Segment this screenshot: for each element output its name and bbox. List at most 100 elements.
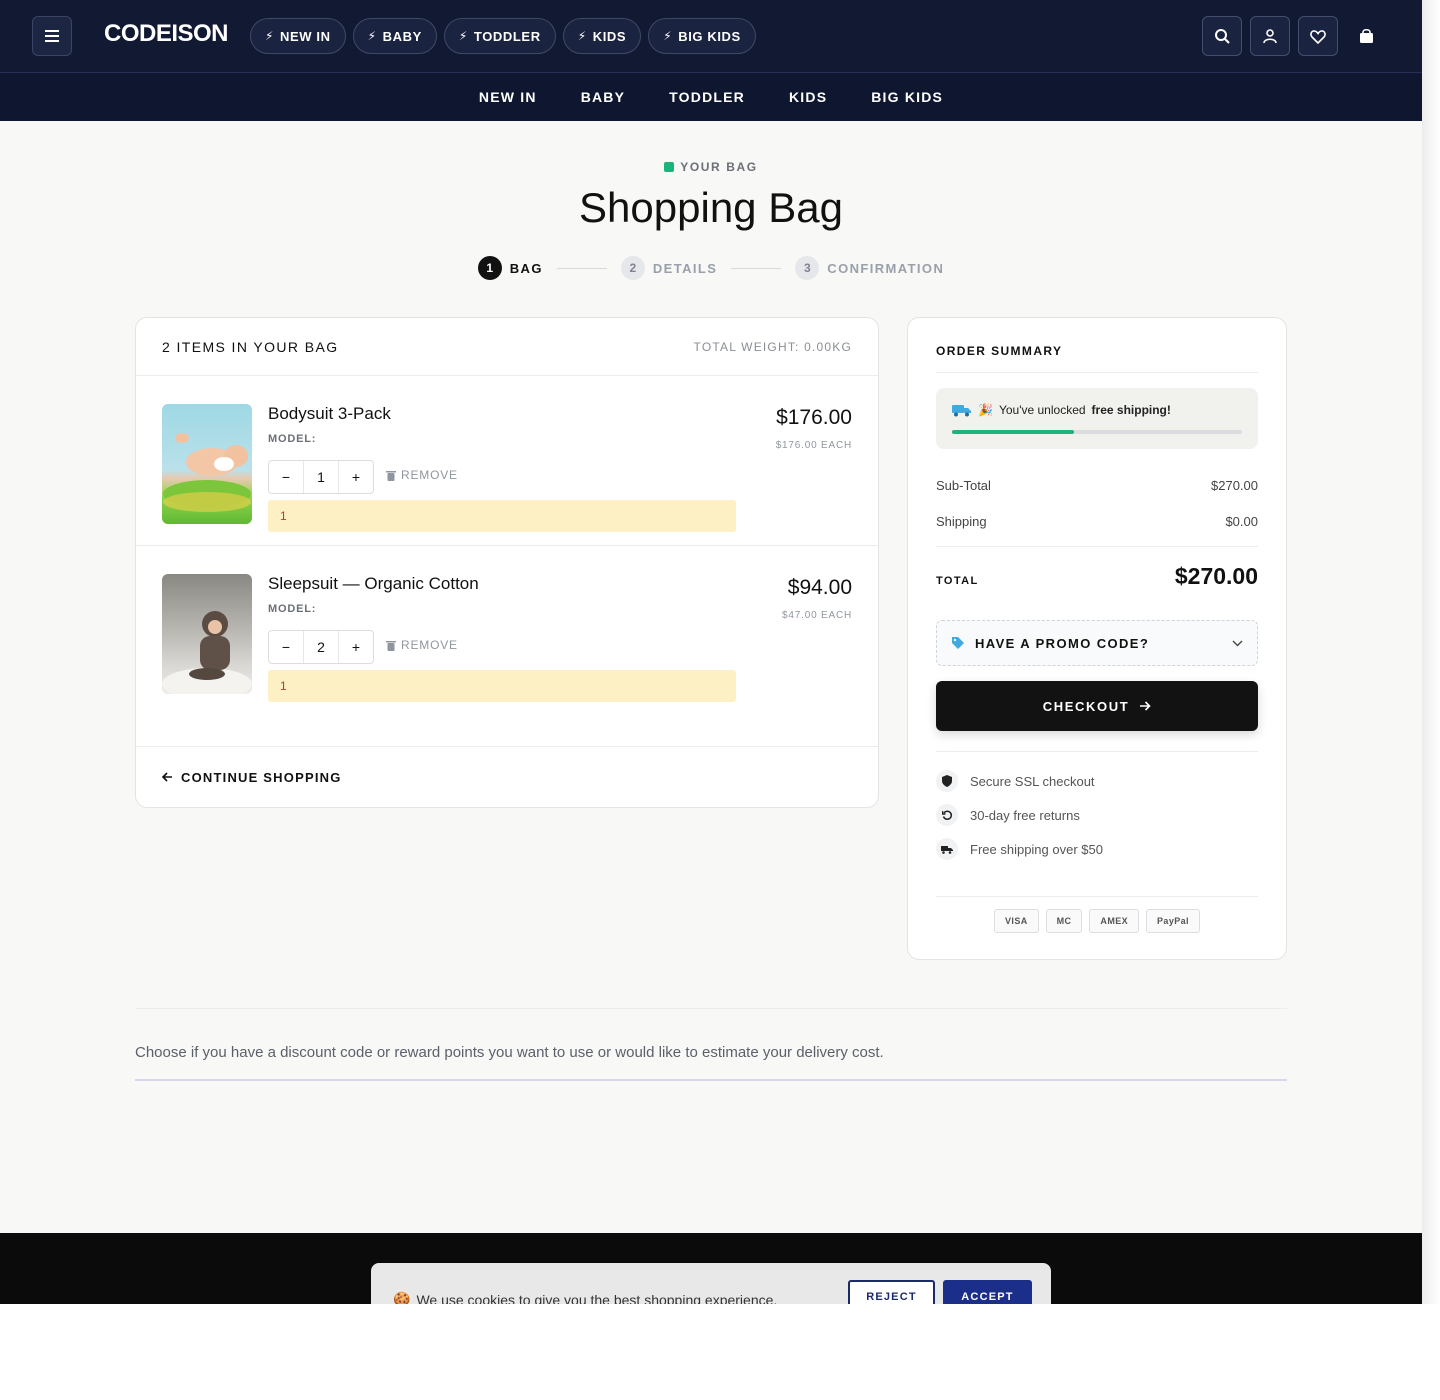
product-model: MODEL: xyxy=(268,603,317,615)
trust-text: Free shipping over $50 xyxy=(970,841,1103,857)
decrease-button[interactable]: − xyxy=(269,461,303,493)
checkout-button[interactable]: CHECKOUT xyxy=(936,681,1258,731)
baby-photo-illustration xyxy=(163,433,251,512)
bolt-icon: ⚡ xyxy=(458,29,468,43)
pill-label: NEW IN xyxy=(280,28,331,44)
truck-icon xyxy=(936,838,958,860)
trust-text: 30-day free returns xyxy=(970,807,1080,823)
shield-icon xyxy=(936,770,958,792)
account-button[interactable] xyxy=(1250,16,1290,56)
menu-button[interactable] xyxy=(32,16,72,56)
cookie-message: 🍪 We use cookies to give you the best sh… xyxy=(393,1291,777,1304)
trash-icon xyxy=(386,640,396,651)
line-price: $94.00 xyxy=(787,576,852,599)
tag-icon xyxy=(952,637,964,649)
promo-label: HAVE A PROMO CODE? xyxy=(975,635,1150,651)
decrease-button[interactable]: − xyxy=(269,631,303,663)
reject-cookies-button[interactable]: REJECT xyxy=(848,1280,935,1304)
nav-baby[interactable]: BABY xyxy=(581,89,625,105)
product-name[interactable]: Sleepsuit — Organic Cotton xyxy=(268,574,479,594)
divider xyxy=(936,896,1258,897)
pill-baby[interactable]: ⚡ BABY xyxy=(352,18,437,54)
shipping-label: Shipping xyxy=(936,514,987,529)
bolt-icon: ⚡ xyxy=(265,29,275,43)
cart-header: 2 ITEMS IN YOUR BAG TOTAL WEIGHT: 0.00KG xyxy=(136,318,878,376)
page-title: Shopping Bag xyxy=(579,184,843,231)
bolt-icon: ⚡ xyxy=(367,29,377,43)
account-icon xyxy=(1263,29,1277,44)
header-actions xyxy=(1202,16,1386,56)
quantity-value[interactable]: 1 xyxy=(303,461,339,493)
logo[interactable]: CODEISON xyxy=(104,20,229,48)
pill-big-kids[interactable]: ⚡ BIG KIDS xyxy=(648,18,756,54)
summary-title: ORDER SUMMARY xyxy=(936,344,1063,358)
shipping-msg: You've unlocked xyxy=(998,403,1086,417)
step-number: 3 xyxy=(795,256,820,280)
pill-kids[interactable]: ⚡ KIDS xyxy=(562,18,642,54)
eyebrow-label: YOUR BAG xyxy=(680,160,758,174)
remove-label: REMOVE xyxy=(401,638,458,652)
free-shipping-message: 🎉 You've unlocked free shipping! xyxy=(952,403,1171,417)
discount-info-text: Choose if you have a discount code or re… xyxy=(135,1044,884,1061)
cart-item: Bodysuit 3-Pack MODEL: − 1 + REMOVE 1 $1… xyxy=(136,376,878,546)
quantity-stepper: − 2 + xyxy=(268,630,374,664)
payment-methods: VISA MC AMEX PayPal xyxy=(908,909,1286,933)
item-count: 2 ITEMS IN YOUR BAG xyxy=(162,338,339,355)
hamburger-icon xyxy=(45,30,59,42)
promo-code-toggle[interactable]: HAVE A PROMO CODE? xyxy=(936,620,1258,666)
trust-item: Secure SSL checkout xyxy=(936,770,1095,792)
remove-button[interactable]: REMOVE xyxy=(386,638,458,652)
search-button[interactable] xyxy=(1202,16,1242,56)
increase-button[interactable]: + xyxy=(339,461,373,493)
trust-item: 30-day free returns xyxy=(936,804,1080,826)
party-icon: 🎉 xyxy=(978,403,993,417)
shipping-msg-bold: free shipping! xyxy=(1091,403,1171,417)
nav-toddler[interactable]: TODDLER xyxy=(669,89,745,105)
scrollbar-track[interactable] xyxy=(1422,0,1440,1304)
step-details: 2 DETAILS xyxy=(620,256,717,280)
quantity-value[interactable]: 2 xyxy=(303,631,339,663)
quantity-stepper: − 1 + xyxy=(268,460,374,494)
shipping-progress-fill xyxy=(952,430,1074,434)
product-image[interactable] xyxy=(162,574,252,694)
nav-big-kids[interactable]: BIG KIDS xyxy=(871,89,943,105)
bag-button[interactable] xyxy=(1346,16,1386,56)
product-image[interactable] xyxy=(162,404,252,524)
nav-kids[interactable]: KIDS xyxy=(789,89,827,105)
cookie-icon: 🍪 xyxy=(393,1291,411,1304)
bag-icon xyxy=(1359,28,1373,43)
subtotal-row: Sub-Total $270.00 xyxy=(936,478,1258,493)
subtotal-value: $270.00 xyxy=(1211,478,1258,493)
remove-button[interactable]: REMOVE xyxy=(386,468,458,482)
arrow-left-icon xyxy=(162,772,172,782)
pill-new-in[interactable]: ⚡ NEW IN xyxy=(250,18,346,54)
cookie-banner: 🍪 We use cookies to give you the best sh… xyxy=(371,1263,1051,1304)
product-name[interactable]: Bodysuit 3-Pack xyxy=(268,404,391,424)
total-weight: TOTAL WEIGHT: 0.00KG xyxy=(693,339,852,354)
shipping-value: $0.00 xyxy=(1225,514,1258,529)
bag-icon xyxy=(664,162,675,172)
trust-text: Secure SSL checkout xyxy=(970,773,1095,789)
main-nav: NEW IN BABY TODDLER KIDS BIG KIDS xyxy=(0,72,1422,121)
category-pills: ⚡ NEW IN ⚡ BABY ⚡ TODDLER ⚡ KIDS ⚡ BIG KIDS xyxy=(250,18,756,54)
arrow-right-icon xyxy=(1140,701,1151,711)
product-model: MODEL: xyxy=(268,433,317,445)
payment-badge-amex: AMEX xyxy=(1089,909,1140,933)
cart-item: Sleepsuit — Organic Cotton MODEL: − 2 + … xyxy=(136,546,878,736)
pill-label: TODDLER xyxy=(473,28,541,44)
item-note: 1 xyxy=(268,670,736,702)
accept-cookies-button[interactable]: ACCEPT xyxy=(943,1280,1032,1304)
step-number: 1 xyxy=(477,256,502,280)
divider xyxy=(135,1008,1287,1009)
continue-shopping-link[interactable]: CONTINUE SHOPPING xyxy=(136,746,878,807)
trash-icon xyxy=(386,470,396,481)
page: CODEISON ⚡ NEW IN ⚡ BABY ⚡ TODDLER ⚡ KIDS ⚡ B… xyxy=(0,0,1422,1304)
nav-new-in[interactable]: NEW IN xyxy=(479,89,537,105)
shipping-progress-track xyxy=(952,430,1242,434)
increase-button[interactable]: + xyxy=(339,631,373,663)
step-confirmation: 3 CONFIRMATION xyxy=(795,256,944,280)
step-bag: 1 BAG xyxy=(477,256,543,280)
wishlist-button[interactable] xyxy=(1298,16,1338,56)
chevron-down-icon xyxy=(1232,640,1243,646)
pill-toddler[interactable]: ⚡ TODDLER xyxy=(443,18,556,54)
